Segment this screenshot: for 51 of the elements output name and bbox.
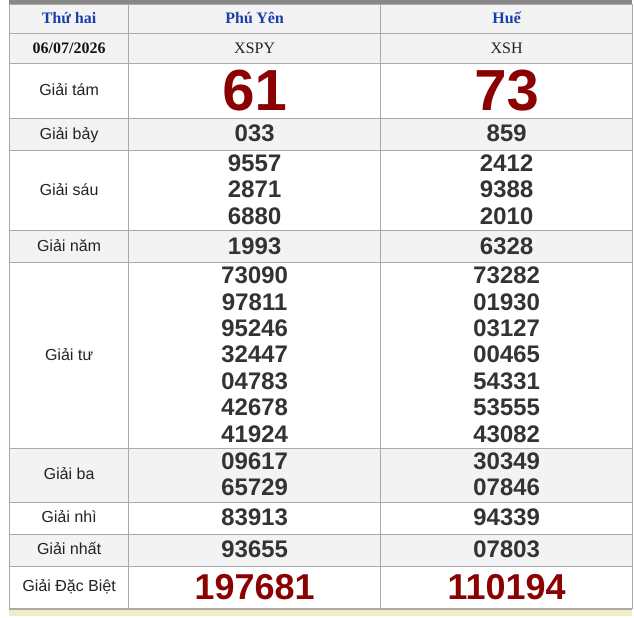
prize-number: 00465 <box>472 342 541 369</box>
prize-label: Giải tư <box>10 262 128 449</box>
prize-number: 9388 <box>478 177 534 204</box>
lottery-code: XSH <box>380 34 632 64</box>
special-prize-number: 110194 <box>446 567 567 608</box>
prize-number: 6328 <box>478 234 534 260</box>
prize-number: 83913 <box>220 505 289 532</box>
prize-number: 1993 <box>226 234 282 260</box>
special-prize-number: 197681 <box>193 567 316 608</box>
prize-number: 03127 <box>472 316 541 342</box>
prize-number: 32447 <box>220 342 289 369</box>
day-header: Thứ hai <box>10 4 128 34</box>
prize-label: Giải năm <box>10 230 128 263</box>
prize-label: Giải nhì <box>10 502 128 534</box>
prize-number: 43082 <box>472 422 541 448</box>
prize-number: 54331 <box>472 368 541 396</box>
prize-number: 95246 <box>220 316 289 342</box>
prize-label: Giải Đặc Biệt <box>10 566 128 608</box>
prize-number: 53555 <box>472 395 541 422</box>
prize-number: 04783 <box>220 368 289 396</box>
prize-number: 93655 <box>220 537 289 564</box>
lottery-code: XSPY <box>128 34 380 64</box>
prize-number: 97811 <box>220 290 288 316</box>
prize-number: 41924 <box>220 422 289 448</box>
prize-number: 73 <box>473 64 540 118</box>
prize-number: 73090 <box>220 263 289 290</box>
prize-number: 2871 <box>226 177 282 204</box>
prize-number: 65729 <box>220 475 289 502</box>
province-header: Phú Yên <box>128 4 380 34</box>
prize-label: Giải bảy <box>10 118 128 150</box>
prize-number: 42678 <box>220 395 289 422</box>
prize-label: Giải tám <box>10 64 128 118</box>
prize-number: 73282 <box>472 263 541 290</box>
prize-label: Giải nhất <box>10 534 128 566</box>
prize-number: 2010 <box>478 204 534 230</box>
prize-number: 9557 <box>226 151 282 178</box>
prize-label: Giải ba <box>10 448 128 502</box>
prize-number: 859 <box>485 121 528 148</box>
prize-label: Giải sáu <box>10 150 128 231</box>
draw-date: 06/07/2026 <box>10 34 128 64</box>
prize-number: 07803 <box>472 537 541 564</box>
prize-number: 033 <box>233 121 276 148</box>
prize-number: 01930 <box>472 290 541 316</box>
prize-number: 94339 <box>472 505 541 532</box>
prize-number: 09617 <box>220 449 289 476</box>
province-header: Huế <box>380 4 632 34</box>
prize-number: 6880 <box>226 204 282 230</box>
prize-number: 30349 <box>472 449 541 476</box>
prize-number: 2412 <box>478 151 534 178</box>
prize-number: 61 <box>221 64 288 118</box>
prize-number: 07846 <box>472 475 541 502</box>
